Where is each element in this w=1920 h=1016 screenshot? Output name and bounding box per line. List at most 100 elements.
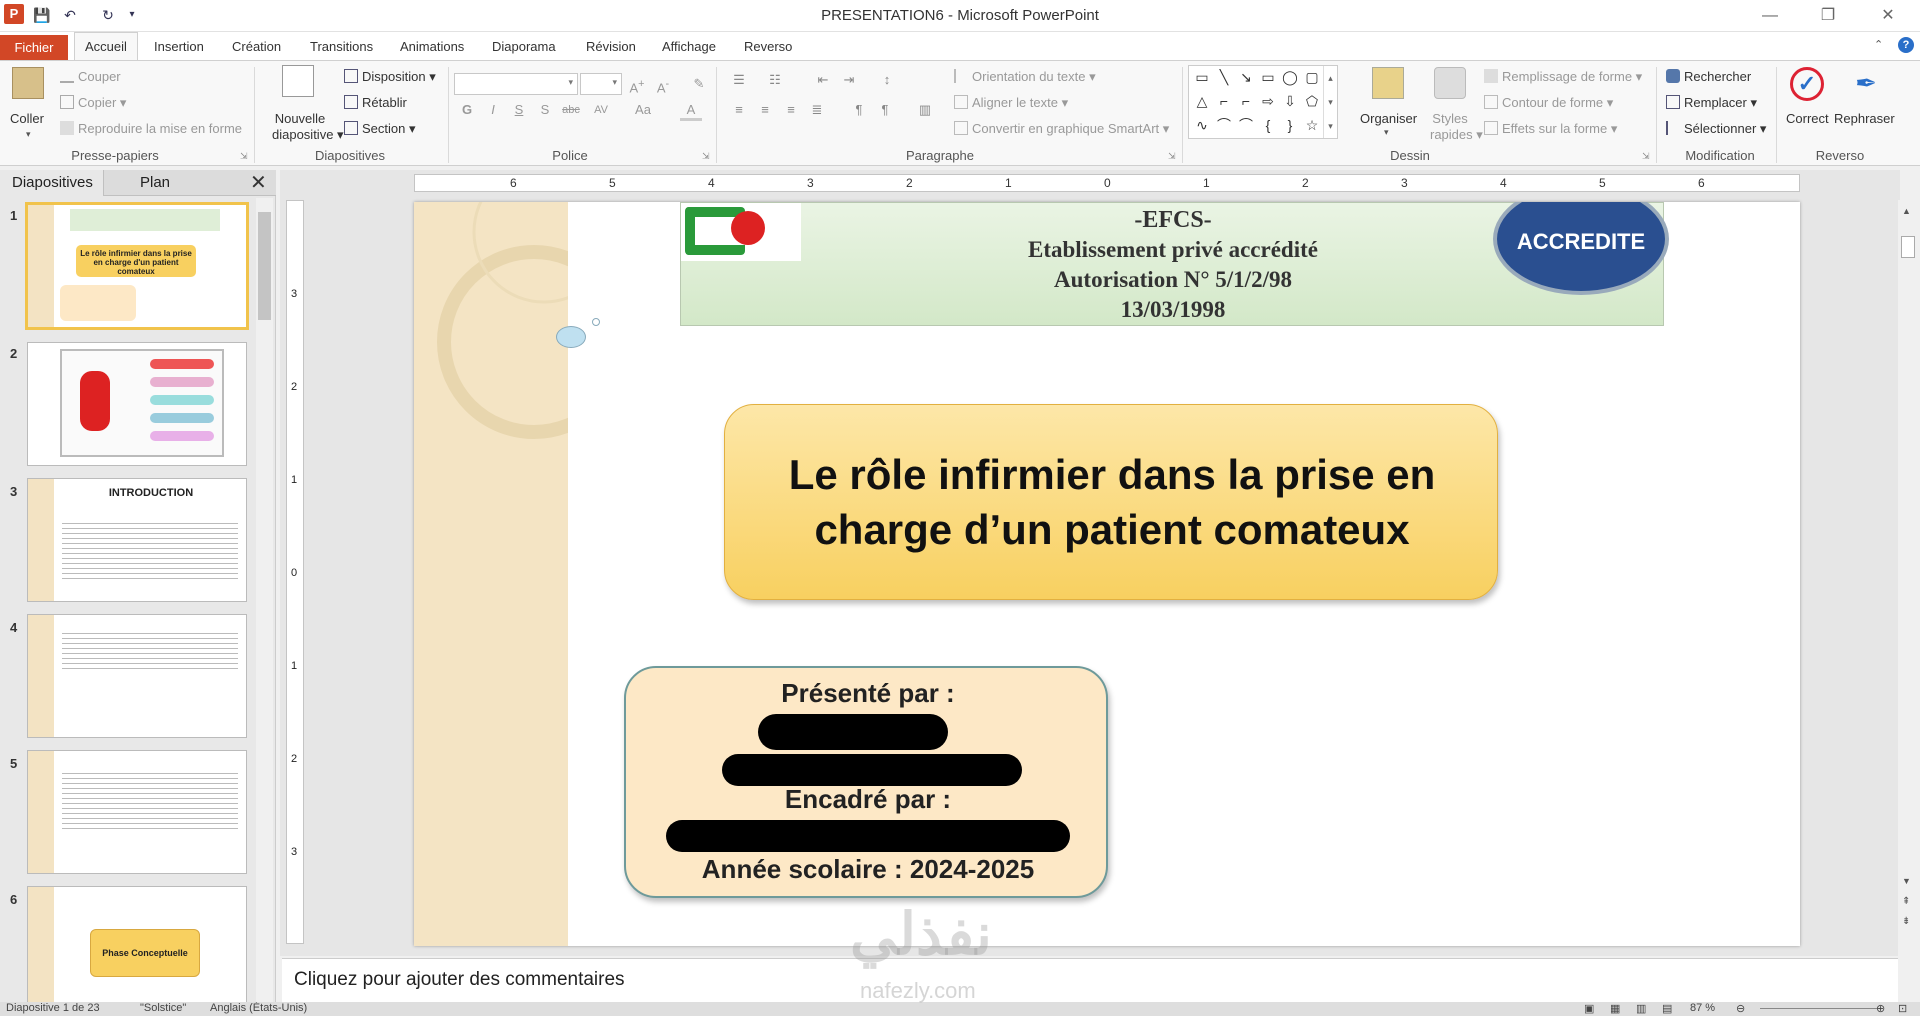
minimize-icon[interactable]: — xyxy=(1750,4,1790,28)
bold-icon[interactable]: G xyxy=(456,99,478,121)
presenter-box[interactable]: Présenté par : Encadré par : Année scola… xyxy=(624,666,1108,898)
tab-reverso[interactable]: Reverso xyxy=(734,36,802,60)
slide-thumbnail-4[interactable] xyxy=(27,614,247,738)
editor-scrollbar[interactable]: ▲ ▼ ⇞ ⇟ xyxy=(1898,200,1918,956)
quick-styles-icon[interactable] xyxy=(1434,67,1466,99)
star-shape-icon[interactable]: ☆ xyxy=(1303,116,1321,134)
elbow-arrow-icon[interactable]: ⌐ xyxy=(1237,92,1255,110)
tab-slides-pane[interactable]: Diapositives xyxy=(0,170,104,196)
font-size-combo[interactable]: ▾ xyxy=(580,73,622,95)
tab-slideshow[interactable]: Diaporama xyxy=(482,36,566,60)
previous-slide-icon[interactable]: ⇞ xyxy=(1902,896,1910,907)
paste-dropdown-icon[interactable]: ▾ xyxy=(26,129,31,140)
drawing-launcher-icon[interactable]: ⇲ xyxy=(1642,151,1650,162)
oval-shape-icon[interactable]: ◯ xyxy=(1281,68,1299,86)
shape-fill-button[interactable]: Remplissage de forme ▾ xyxy=(1484,69,1642,85)
align-text-button[interactable]: Aligner le texte ▾ xyxy=(954,95,1068,111)
scroll-up-icon[interactable]: ▲ xyxy=(1902,206,1911,216)
shape-effects-button[interactable]: Effets sur la forme ▾ xyxy=(1484,121,1617,137)
increase-indent-icon[interactable]: ⇥ xyxy=(838,69,860,91)
close-pane-icon[interactable]: ✕ xyxy=(250,170,267,196)
next-slide-icon[interactable]: ⇟ xyxy=(1902,916,1910,927)
close-icon[interactable]: ✕ xyxy=(1868,4,1908,28)
rounded-rect-shape-icon[interactable]: ▢ xyxy=(1303,68,1321,86)
reset-button[interactable]: Rétablir xyxy=(344,95,407,110)
tab-transitions[interactable]: Transitions xyxy=(300,36,383,60)
tab-review[interactable]: Révision xyxy=(576,36,646,60)
clipboard-launcher-icon[interactable]: ⇲ xyxy=(240,151,248,162)
text-direction-button-visible[interactable]: Orientation du texte ▾ xyxy=(954,69,1096,85)
ltr-icon[interactable]: ¶ xyxy=(848,99,870,121)
new-slide-button[interactable]: Nouvelle diapositive ▾ xyxy=(272,111,344,143)
slide-thumbnail-3[interactable]: INTRODUCTION xyxy=(27,478,247,602)
brace-left-shape-icon[interactable]: { xyxy=(1259,116,1277,134)
align-right-icon[interactable]: ≡ xyxy=(780,99,802,121)
underline-icon[interactable]: S xyxy=(508,99,530,121)
reading-view-icon[interactable]: ▥ xyxy=(1636,1002,1646,1015)
slide-thumbnail-6[interactable]: Phase Conceptuelle xyxy=(27,886,247,1010)
rephrase-icon[interactable]: ✒ xyxy=(1850,67,1882,99)
curve-shape-icon[interactable]: ∿ xyxy=(1193,116,1211,134)
normal-view-icon[interactable]: ▣ xyxy=(1584,1002,1594,1015)
elbow-connector-icon[interactable]: ⌐ xyxy=(1215,92,1233,110)
select-button[interactable]: Sélectionner ▾ xyxy=(1666,121,1766,137)
title-placeholder[interactable]: Le rôle infirmier dans la prise en charg… xyxy=(724,404,1498,600)
vertical-ruler[interactable]: 3 2 1 0 1 2 3 xyxy=(286,200,304,944)
numbering-icon[interactable]: ☷ xyxy=(764,69,786,91)
tab-home[interactable]: Accueil xyxy=(74,32,138,60)
shadow-icon[interactable]: S xyxy=(534,99,556,121)
tab-design[interactable]: Création xyxy=(222,36,291,60)
slideshow-view-icon[interactable]: ▤ xyxy=(1662,1002,1672,1015)
grow-font-icon[interactable]: A+ xyxy=(626,73,648,95)
collapse-ribbon-icon[interactable]: ⌃ xyxy=(1874,38,1883,51)
notes-pane[interactable]: Cliquez pour ajouter des commentaires xyxy=(282,958,1898,1002)
find-button[interactable]: Rechercher xyxy=(1666,69,1751,84)
section-button[interactable]: Section ▾ xyxy=(344,121,416,137)
right-arrow-shape-icon[interactable]: ⇨ xyxy=(1259,92,1277,110)
smartart-button[interactable]: Convertir en graphique SmartArt ▾ xyxy=(954,121,1169,137)
tab-outline-pane[interactable]: Plan xyxy=(140,170,170,196)
format-painter-button[interactable]: Reproduire la mise en forme xyxy=(60,121,242,136)
justify-icon[interactable]: ≣ xyxy=(806,99,828,121)
font-name-combo[interactable]: ▾ xyxy=(454,73,578,95)
zoom-out-icon[interactable]: ⊖ xyxy=(1736,1002,1745,1015)
quick-styles-button[interactable]: Styles rapides ▾ xyxy=(1430,111,1483,143)
zoom-in-icon[interactable]: ⊕ xyxy=(1876,1002,1885,1015)
editor-scroll-thumb[interactable] xyxy=(1901,236,1915,258)
slide-thumbnail-2[interactable] xyxy=(27,342,247,466)
new-slide-icon[interactable] xyxy=(282,65,314,97)
sorter-view-icon[interactable]: ▦ xyxy=(1610,1002,1620,1015)
freeform-shape-icon[interactable]: ⌒ xyxy=(1237,116,1255,134)
shapes-gallery[interactable]: ▭ ╲ ↘ ▭ ◯ ▢ △ ⌐ ⌐ ⇨ ⇩ ⬠ ∿ ⌒ ⌒ { } ☆ ▴ ▾ ▾ xyxy=(1188,65,1338,139)
shape-outline-button[interactable]: Contour de forme ▾ xyxy=(1484,95,1613,111)
italic-icon[interactable]: I xyxy=(482,99,504,121)
textbox-shape-icon[interactable]: ▭ xyxy=(1193,68,1211,86)
correct-button[interactable]: Correct xyxy=(1786,111,1829,126)
char-spacing-icon[interactable]: AV xyxy=(590,99,612,121)
help-icon[interactable]: ? xyxy=(1898,37,1914,53)
pentagon-shape-icon[interactable]: ⬠ xyxy=(1303,92,1321,110)
arrange-dropdown-icon[interactable]: ▾ xyxy=(1384,127,1389,138)
arc-shape-icon[interactable]: ⌒ xyxy=(1215,116,1233,134)
replace-button[interactable]: Remplacer ▾ xyxy=(1666,95,1757,111)
shapes-scroll-icon[interactable]: ▴ ▾ ▾ xyxy=(1323,66,1337,138)
fit-slide-icon[interactable]: ⊡ xyxy=(1898,1002,1907,1015)
thumbnails-scroll-thumb[interactable] xyxy=(258,212,271,320)
slide-canvas[interactable]: -EFCS- Etablissement privé accrédité Aut… xyxy=(414,202,1800,946)
bullets-icon[interactable]: ☰ xyxy=(728,69,750,91)
change-case-icon[interactable]: Aa xyxy=(632,99,654,121)
rtl-icon[interactable]: ¶ xyxy=(874,99,896,121)
layout-button[interactable]: Disposition ▾ xyxy=(344,69,436,85)
rectangle-shape-icon[interactable]: ▭ xyxy=(1259,68,1277,86)
paste-button[interactable]: Coller xyxy=(10,111,44,126)
correct-icon[interactable]: ✓ xyxy=(1790,67,1824,101)
font-launcher-icon[interactable]: ⇲ xyxy=(702,151,710,162)
columns-icon[interactable]: ▥ xyxy=(914,99,936,121)
align-left-icon[interactable]: ≡ xyxy=(728,99,750,121)
paste-icon[interactable] xyxy=(12,67,44,99)
zoom-slider[interactable] xyxy=(1760,1008,1880,1009)
font-color-icon[interactable]: A xyxy=(680,99,702,121)
horizontal-ruler[interactable]: 6 5 4 3 2 1 0 1 2 3 4 5 6 xyxy=(414,174,1800,192)
line-spacing-icon[interactable]: ↕ xyxy=(876,69,898,91)
zoom-level[interactable]: 87 % xyxy=(1690,1002,1715,1014)
